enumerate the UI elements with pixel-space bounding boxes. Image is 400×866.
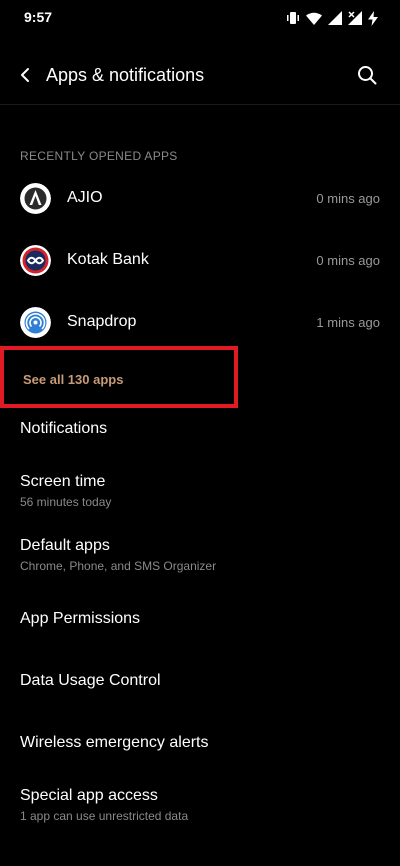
app-bar: Apps & notifications: [0, 48, 400, 105]
menu-item-title: Wireless emergency alerts: [20, 734, 209, 751]
menu-item-title: App Permissions: [20, 610, 141, 627]
search-icon: [357, 65, 377, 90]
menu-item-screen-time[interactable]: Screen time 56 minutes today: [0, 462, 400, 518]
status-time: 9:57: [24, 9, 53, 25]
menu-item-subtitle: 1 app can use unrestricted data: [20, 809, 189, 823]
kotak-app-icon: [20, 245, 51, 276]
app-last-opened: 0 mins ago: [316, 191, 380, 206]
menu-item-title: Screen time: [20, 473, 106, 490]
app-name: AJIO: [67, 189, 103, 206]
app-last-opened: 0 mins ago: [316, 253, 380, 268]
charging-icon: [368, 10, 378, 26]
status-bar: 9:57: [0, 0, 400, 36]
status-icons: [286, 9, 378, 27]
menu-item-title: Default apps: [20, 537, 110, 554]
recent-app-row-ajio[interactable]: AJIO 0 mins ago: [0, 168, 400, 230]
menu-item-subtitle: Chrome, Phone, and SMS Organizer: [20, 559, 217, 573]
menu-item-default-apps[interactable]: Default apps Chrome, Phone, and SMS Orga…: [0, 526, 400, 582]
app-name: Kotak Bank: [67, 251, 149, 268]
search-button[interactable]: [352, 62, 382, 92]
signal-icon-2: [348, 11, 362, 25]
menu-item-special-app-access[interactable]: Special app access 1 app can use unrestr…: [0, 776, 400, 832]
menu-item-wireless-emergency-alerts[interactable]: Wireless emergency alerts: [0, 722, 400, 762]
menu-item-subtitle: 56 minutes today: [20, 495, 112, 509]
see-all-apps-button[interactable]: See all 130 apps: [0, 346, 238, 408]
menu-item-title: Notifications: [20, 420, 108, 437]
recent-apps-header: RECENTLY OPENED APPS: [20, 149, 178, 163]
back-arrow-icon: [18, 67, 32, 88]
recent-app-row-snapdrop[interactable]: Snapdrop 1 mins ago: [0, 292, 400, 354]
menu-item-app-permissions[interactable]: App Permissions: [0, 598, 400, 638]
app-last-opened: 1 mins ago: [316, 315, 380, 330]
page-title: Apps & notifications: [46, 65, 205, 85]
ajio-app-icon: [20, 183, 51, 214]
see-all-apps-label: See all 130 apps: [23, 372, 124, 387]
signal-icon: [328, 11, 342, 25]
vibrate-icon: [286, 11, 300, 25]
menu-item-data-usage-control[interactable]: Data Usage Control: [0, 660, 400, 700]
wifi-icon: [306, 12, 322, 25]
menu-item-notifications[interactable]: Notifications: [0, 408, 400, 448]
menu-item-title: Data Usage Control: [20, 672, 161, 689]
menu-item-title: Special app access: [20, 787, 158, 804]
snapdrop-app-icon: [20, 307, 51, 338]
back-button[interactable]: [10, 62, 40, 92]
app-name: Snapdrop: [67, 313, 137, 330]
recent-app-row-kotak[interactable]: Kotak Bank 0 mins ago: [0, 230, 400, 292]
